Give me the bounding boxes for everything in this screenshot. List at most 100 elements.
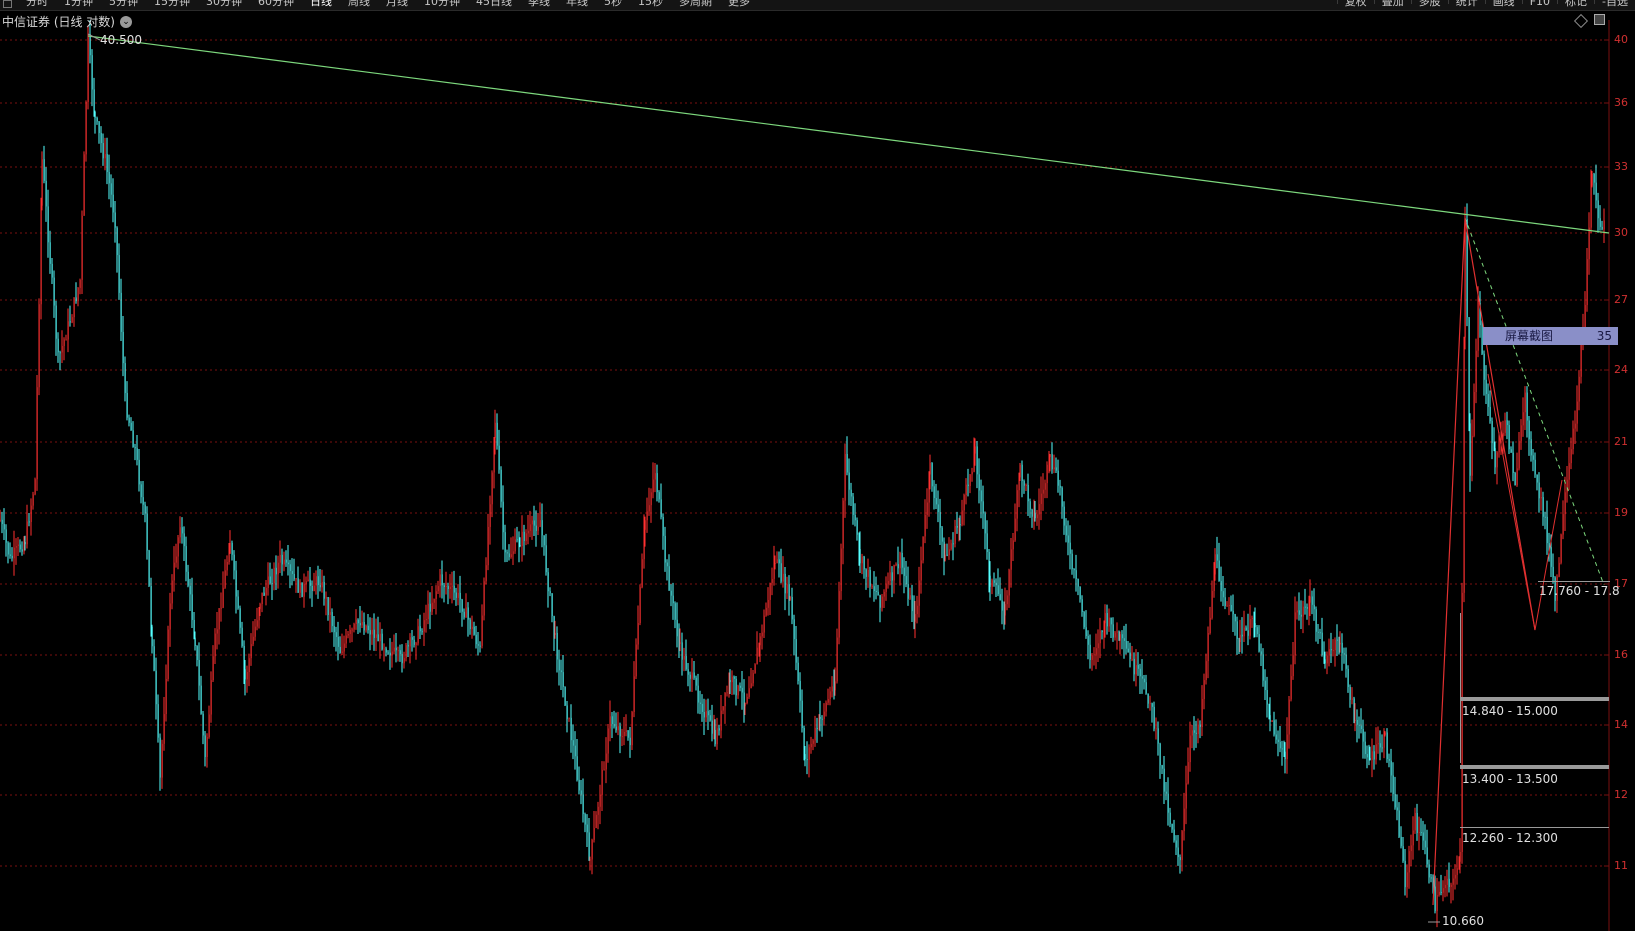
candle-body: [212, 656, 214, 681]
candle-body: [218, 608, 220, 630]
toolbar-button[interactable]: 复权: [1336, 0, 1374, 7]
candle-body: [222, 587, 224, 608]
candle-body: [840, 548, 842, 592]
period-tab[interactable]: 45日线: [468, 0, 520, 7]
diamond-icon[interactable]: [1573, 13, 1589, 29]
candle-body: [1354, 719, 1356, 721]
candle-body: [1390, 760, 1392, 776]
period-tab[interactable]: 周线: [340, 0, 378, 7]
candle-body: [1290, 676, 1292, 700]
toolbar-button[interactable]: 统计: [1447, 0, 1485, 7]
candle-body: [1518, 441, 1520, 469]
resistance-trendline[interactable]: [87, 35, 1610, 234]
red-arrow-line[interactable]: [1432, 217, 1536, 906]
range-bar[interactable]: [1460, 765, 1609, 769]
period-tab[interactable]: 15分钟: [146, 0, 198, 7]
candle-body: [387, 652, 389, 654]
candle-body: [267, 576, 269, 588]
candle-body: [765, 607, 767, 616]
candle-body: [720, 710, 722, 731]
toolbar-button[interactable]: F10: [1521, 0, 1557, 7]
period-tab[interactable]: 30分钟: [198, 0, 250, 7]
candle-body: [254, 626, 256, 637]
candle-body: [1588, 227, 1590, 260]
high-price-label: 40.500: [100, 33, 142, 47]
period-tab[interactable]: 15秒: [630, 0, 671, 7]
toolbar-button[interactable]: 画线: [1484, 0, 1522, 7]
toolbar-button[interactable]: 多股: [1410, 0, 1448, 7]
candle-body: [816, 727, 818, 729]
candle-body: [112, 194, 114, 213]
period-tab[interactable]: 5秒: [596, 0, 630, 7]
candle-body: [455, 592, 457, 598]
candle-body: [98, 121, 100, 133]
period-tab[interactable]: 季线: [520, 0, 558, 7]
candle-body: [323, 581, 325, 599]
candle-body: [181, 527, 183, 534]
candle-body: [1010, 549, 1012, 570]
candle-body: [1029, 501, 1031, 510]
range-line: [1538, 581, 1610, 582]
period-tab[interactable]: 月线: [378, 0, 416, 7]
period-tab[interactable]: 60分钟: [250, 0, 302, 7]
candle-body: [1336, 639, 1338, 641]
candle-body: [285, 559, 287, 563]
candle-body: [1087, 636, 1089, 645]
period-tab[interactable]: 1分钟: [56, 0, 101, 7]
range-bar[interactable]: [1460, 697, 1609, 701]
candle-body: [165, 678, 167, 715]
candle-body: [726, 692, 728, 694]
candle-body: [739, 685, 741, 688]
candle-body: [496, 422, 498, 446]
window-icon[interactable]: [1594, 14, 1605, 25]
candle-body: [776, 559, 778, 564]
period-tab[interactable]: 日线: [302, 0, 340, 7]
candlestick-chart[interactable]: [0, 0, 1635, 931]
period-tab[interactable]: 更多: [720, 0, 758, 7]
chevron-down-icon[interactable]: ⌄: [120, 15, 132, 28]
toolbar-button[interactable]: -自选: [1594, 0, 1635, 7]
toolbar-button[interactable]: 标记: [1557, 0, 1594, 7]
candle-body: [1123, 638, 1125, 641]
period-tab[interactable]: 多周期: [671, 0, 720, 7]
candle-body: [369, 630, 371, 635]
period-tab[interactable]: 5分钟: [101, 0, 146, 7]
candle-body: [854, 514, 856, 521]
candle-body: [1414, 812, 1416, 831]
period-tab[interactable]: 分时: [18, 0, 56, 7]
candle-body: [529, 524, 531, 531]
candle-body: [7, 542, 9, 555]
candle-body: [1209, 617, 1211, 634]
candle-body: [1294, 612, 1296, 656]
candle-body: [365, 625, 367, 631]
candle-body: [547, 572, 549, 592]
candle-body: [363, 622, 365, 631]
candle-body: [1061, 487, 1063, 507]
candle-body: [597, 806, 599, 815]
candle-body: [75, 297, 77, 302]
candle-body: [401, 654, 403, 664]
screenshot-label[interactable]: 屏幕截图 35: [1483, 327, 1618, 345]
period-tab[interactable]: 10分钟: [416, 0, 468, 7]
period-tab[interactable]: 年线: [558, 0, 596, 7]
candle-body: [631, 712, 633, 746]
candle-body: [897, 564, 899, 569]
candle-body: [1351, 698, 1353, 700]
toolbar-button[interactable]: 叠加: [1373, 0, 1411, 7]
period-toolbar: 分时 1分钟 5分钟 15分钟 30分钟 60分钟 日线 周线 月线 10分钟 45日线 季线 年线 5秒…: [0, 0, 1635, 11]
candle-body: [1408, 851, 1410, 873]
candle-body: [303, 583, 305, 597]
candle-body: [1046, 464, 1048, 484]
range-label-2: 14.840 - 15.000: [1462, 704, 1558, 718]
candle-body: [94, 111, 96, 118]
candle-body: [110, 183, 112, 195]
candle-body: [879, 595, 881, 608]
candle-body: [537, 526, 539, 531]
candle-body: [836, 637, 838, 682]
candle-body: [220, 607, 222, 609]
candle-body: [19, 544, 21, 550]
candle-body: [883, 591, 885, 597]
candle-body: [591, 839, 593, 860]
toolbar-toggle-icon[interactable]: [3, 0, 12, 8]
axis-tick-label: 40: [1614, 33, 1628, 46]
